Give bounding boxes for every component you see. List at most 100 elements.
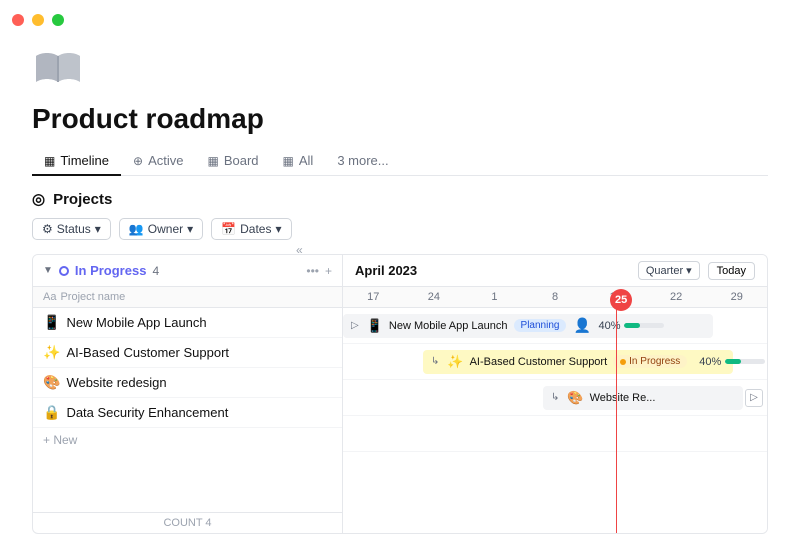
project-row[interactable]: 🔒 Data Security Enhancement — [33, 398, 342, 428]
count-label: COUNT 4 — [163, 517, 211, 529]
timeline-icon: ▦ — [44, 154, 55, 168]
titlebar — [0, 0, 800, 40]
group-label: In Progress — [75, 263, 147, 278]
timeline-row-3[interactable]: ↳ 🎨 Website Re... ▷ — [343, 380, 767, 416]
ellipsis-icon[interactable]: ••• — [306, 264, 319, 278]
date-8: 8 — [525, 291, 586, 303]
tab-timeline[interactable]: ▦ Timeline — [32, 147, 121, 176]
dates-icon: 📅 — [221, 222, 236, 236]
tab-active[interactable]: ⊕ Active — [121, 147, 195, 176]
left-panel: ▼ In Progress 4 ••• + « Aa Project name … — [33, 255, 343, 533]
date-22: 22 — [646, 291, 707, 303]
timeline-rows: ▷ 📱 New Mobile App Launch Planning 👤 40% — [343, 308, 767, 533]
project-icon-2: ✨ — [43, 344, 60, 361]
tab-bar: ▦ Timeline ⊕ Active ▦ Board ▦ All 3 more… — [32, 147, 768, 176]
progress-fill-1 — [624, 323, 640, 328]
chevron-down-icon: ▾ — [95, 222, 101, 236]
project-row[interactable]: 📱 New Mobile App Launch — [33, 308, 342, 338]
filter-bar: ⚙ Status ▾ 👥 Owner ▾ 📅 Dates ▾ — [32, 218, 768, 240]
progress-fill-2 — [725, 359, 741, 364]
progress-track-2 — [725, 359, 765, 364]
chevron-down-icon: ▾ — [275, 222, 281, 236]
group-header: ▼ In Progress 4 ••• + « — [33, 255, 342, 287]
timeline-row-1[interactable]: ▷ 📱 New Mobile App Launch Planning 👤 40% — [343, 308, 767, 344]
progress-wrap-2: 40% — [699, 356, 765, 368]
traffic-light-green[interactable] — [52, 14, 64, 26]
project-icon-1: 📱 — [43, 314, 60, 331]
section-title: Projects — [53, 191, 112, 208]
active-icon: ⊕ — [133, 154, 143, 168]
timeline-controls: Quarter ▾ Today — [638, 261, 755, 280]
bar-icon-1: 📱 — [367, 318, 383, 334]
expand-icon-3: ↳ — [551, 392, 559, 403]
filter-status[interactable]: ⚙ Status ▾ — [32, 218, 111, 240]
filter-dates[interactable]: 📅 Dates ▾ — [211, 218, 291, 240]
avatar-1: 👤 — [572, 316, 592, 336]
project-row[interactable]: 🎨 Website redesign — [33, 368, 342, 398]
add-icon[interactable]: + — [325, 264, 332, 278]
tab-more[interactable]: 3 more... — [325, 147, 400, 176]
bar-icon-3: 🎨 — [567, 390, 583, 406]
timeline-row-4 — [343, 416, 767, 452]
add-row[interactable]: + New — [33, 428, 342, 452]
collapse-button[interactable]: « — [296, 254, 303, 257]
today-button[interactable]: Today — [708, 262, 755, 280]
filter-owner[interactable]: 👥 Owner ▾ — [119, 218, 203, 240]
expand-icon-2: ↳ — [431, 356, 439, 367]
collapse-arrow[interactable]: ▼ — [43, 265, 53, 276]
status-icon: ⚙ — [42, 222, 53, 236]
tab-board[interactable]: ▦ Board — [195, 147, 270, 176]
project-icon-3: 🎨 — [43, 374, 60, 391]
group-actions[interactable]: ••• + — [306, 264, 332, 278]
bar-title-3: Website Re... — [590, 392, 656, 404]
project-icon-4: 🔒 — [43, 404, 60, 421]
progress-pct-2: 40% — [699, 356, 721, 368]
main-area: ▼ In Progress 4 ••• + « Aa Project name … — [32, 254, 768, 534]
today-line — [616, 308, 617, 533]
badge-dot — [620, 359, 626, 365]
traffic-light-red[interactable] — [12, 14, 24, 26]
date-1: 1 — [464, 291, 525, 303]
section-icon: ◎ — [32, 190, 45, 208]
right-panel: April 2023 Quarter ▾ Today 17 24 1 8 15 … — [343, 255, 767, 533]
col-type-icon: Aa — [43, 291, 56, 303]
project-row[interactable]: ✨ AI-Based Customer Support — [33, 338, 342, 368]
column-header: Aa Project name — [33, 287, 342, 308]
project-name-3: Website redesign — [66, 375, 166, 390]
board-icon: ▦ — [207, 154, 218, 168]
col-label: Project name — [60, 291, 125, 303]
date-29: 29 — [706, 291, 767, 303]
timeline-row-2[interactable]: ↳ ✨ AI-Based Customer Support In Progres… — [343, 344, 767, 380]
owner-icon: 👥 — [129, 222, 144, 236]
timeline-header: April 2023 Quarter ▾ Today — [343, 255, 767, 287]
book-icon — [32, 48, 84, 88]
traffic-light-yellow[interactable] — [32, 14, 44, 26]
progress-wrap-1: 40% — [598, 320, 664, 332]
project-name-4: Data Security Enhancement — [66, 405, 228, 420]
date-17: 17 — [343, 291, 404, 303]
all-icon: ▦ — [283, 154, 294, 168]
expand-icon: ▷ — [351, 320, 359, 331]
dates-row: 17 24 1 8 15 22 29 25 — [343, 287, 767, 308]
page-title: Product roadmap — [32, 103, 768, 135]
tab-all[interactable]: ▦ All — [271, 147, 326, 176]
chevron-down-icon: ▾ — [686, 264, 692, 277]
count-bar: COUNT 4 — [33, 512, 342, 533]
bar-icon-2: ✨ — [447, 354, 463, 370]
expand-button[interactable]: ▷ — [745, 389, 763, 407]
inprogress-badge: In Progress — [613, 355, 687, 368]
quarter-selector[interactable]: Quarter ▾ — [638, 261, 700, 280]
chevron-down-icon: ▾ — [187, 222, 193, 236]
planning-badge: Planning — [514, 319, 567, 332]
date-24: 24 — [404, 291, 465, 303]
timeline-bar-2: ↳ ✨ AI-Based Customer Support In Progres… — [423, 350, 733, 374]
project-name-1: New Mobile App Launch — [66, 315, 206, 330]
project-name-2: AI-Based Customer Support — [66, 345, 229, 360]
timeline-bar-3: ↳ 🎨 Website Re... — [543, 386, 743, 410]
bar-title-2: AI-Based Customer Support — [470, 356, 608, 368]
app-logo — [32, 48, 768, 93]
section-header: ◎ Projects — [32, 190, 768, 208]
timeline-bar-1: ▷ 📱 New Mobile App Launch Planning 👤 40% — [343, 314, 713, 338]
timeline-month: April 2023 — [355, 263, 630, 278]
today-marker: 25 — [610, 289, 632, 311]
